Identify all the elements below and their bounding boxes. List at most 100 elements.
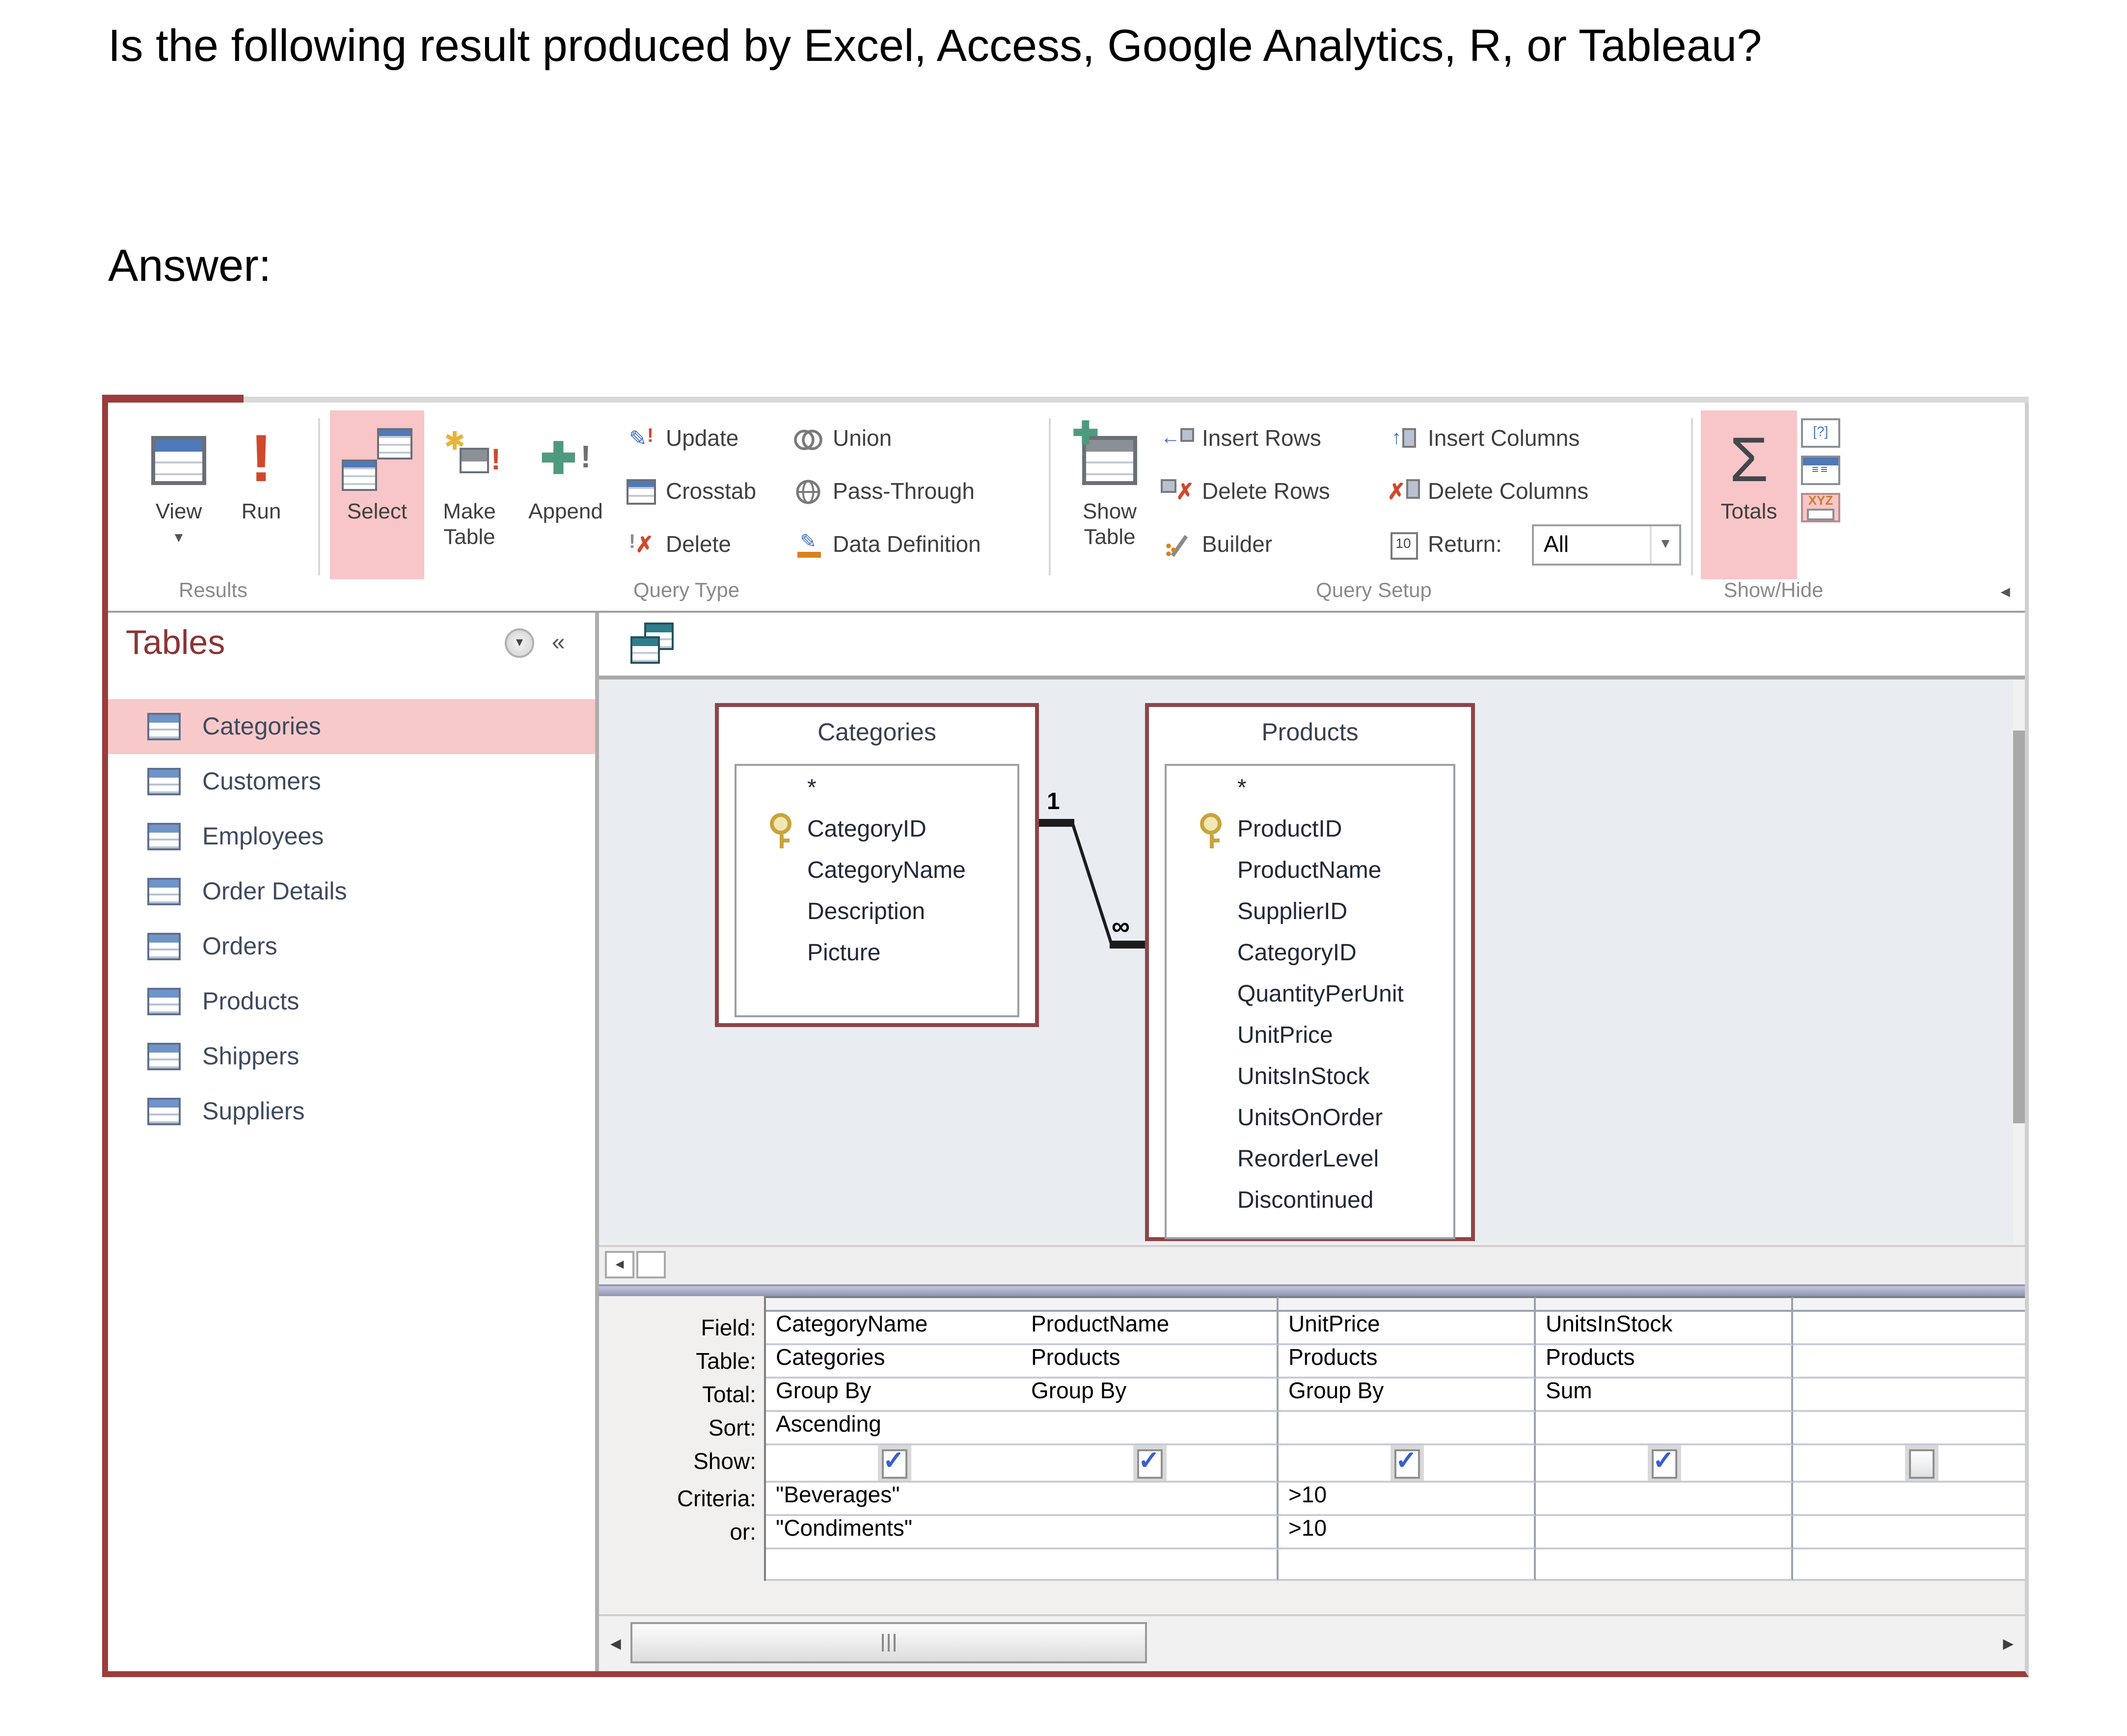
canvas-horizontal-scrollbar[interactable]: ◄	[599, 1245, 2025, 1282]
property-sheet-button[interactable]: ≡≡	[1801, 456, 1840, 485]
grid-cell-table[interactable]: Categories	[766, 1345, 1023, 1379]
update-button[interactable]: ✎! Update	[625, 422, 738, 456]
grid-cell-field[interactable]: CategoryName	[766, 1312, 1023, 1345]
append-button[interactable]: ✚ ! Append	[513, 410, 619, 579]
nav-pane-menu-button[interactable]: ▼	[505, 628, 534, 658]
show-checkbox-checked[interactable]: ✓	[1136, 1448, 1162, 1478]
show-checkbox-checked[interactable]: ✓	[1393, 1448, 1419, 1478]
grid-cell-show[interactable]: ✓	[1279, 1445, 1536, 1483]
sidebar-item-customers[interactable]: Customers	[108, 754, 595, 809]
grid-cell-or[interactable]	[1793, 1516, 2025, 1549]
field-star[interactable]: *	[736, 766, 1017, 807]
sidebar-item-order-details[interactable]: Order Details	[108, 864, 595, 919]
grid-cell-table[interactable]: Products	[1279, 1345, 1536, 1379]
delete-rows-button[interactable]: ✗ Delete Rows	[1161, 475, 1330, 509]
grid-cell-extra[interactable]	[1021, 1549, 1279, 1581]
field-unitprice[interactable]: UnitPrice	[1167, 1013, 1453, 1055]
scrollbar-thumb[interactable]	[2013, 731, 2025, 1123]
sidebar-item-shippers[interactable]: Shippers	[108, 1029, 595, 1084]
grid-cell-extra[interactable]	[1536, 1549, 1793, 1581]
show-table-button[interactable]: ✚ Show Table	[1064, 410, 1155, 579]
table-names-button[interactable]: XYZ	[1801, 493, 1840, 522]
grid-cell-extra[interactable]	[1793, 1549, 2025, 1581]
make-table-button[interactable]: ✱ ! Make Table	[430, 410, 509, 579]
view-dropdown-caret[interactable]: ▼	[172, 532, 186, 546]
show-checkbox-unchecked[interactable]	[1908, 1448, 1934, 1478]
insert-rows-button[interactable]: ← Insert Rows	[1161, 422, 1321, 456]
delete-query-button[interactable]: !✗ Delete	[625, 528, 731, 562]
insert-columns-button[interactable]: ↑ Insert Columns	[1387, 422, 1580, 456]
ribbon-collapse-icon[interactable]: ◄	[1997, 583, 2013, 601]
grid-cell-show[interactable]	[1793, 1445, 2025, 1483]
data-definition-button[interactable]: ✎ Data Definition	[791, 528, 981, 562]
parameters-button[interactable]: [?]	[1801, 418, 1840, 448]
table-card-categories[interactable]: Categories *CategoryIDCategoryNameDescri…	[715, 703, 1039, 1027]
grid-cell-or[interactable]: "Condiments"	[766, 1516, 1023, 1549]
grid-cell-table[interactable]: Products	[1536, 1345, 1793, 1379]
grid-column-header[interactable]	[1279, 1296, 1536, 1312]
grid-column-header[interactable]	[1021, 1296, 1279, 1312]
grid-cell-total[interactable]: Group By	[1021, 1379, 1279, 1412]
grid-cell-field[interactable]: UnitsInStock	[1536, 1312, 1793, 1345]
field-productid[interactable]: ProductID	[1167, 807, 1453, 848]
grid-cell-field[interactable]	[1793, 1312, 2025, 1345]
select-query-button[interactable]: Select	[330, 410, 424, 579]
grid-cell-table[interactable]	[1793, 1345, 2025, 1379]
table-card-products[interactable]: Products *ProductIDProductNameSupplierID…	[1145, 703, 1475, 1241]
field-star[interactable]: *	[1167, 766, 1453, 807]
show-checkbox-checked[interactable]: ✓	[1651, 1448, 1676, 1478]
grid-cell-show[interactable]: ✓	[766, 1445, 1023, 1483]
grid-cell-criteria[interactable]: "Beverages"	[766, 1483, 1023, 1516]
pass-through-button[interactable]: Pass-Through	[791, 475, 975, 509]
grid-column-header[interactable]	[1536, 1296, 1793, 1312]
grid-column-header[interactable]	[766, 1296, 1023, 1312]
scroll-left-icon[interactable]: ◄	[607, 1634, 625, 1654]
field-picture[interactable]: Picture	[736, 931, 1017, 972]
field-quantityperunit[interactable]: QuantityPerUnit	[1167, 972, 1453, 1013]
pane-splitter[interactable]	[599, 1284, 2025, 1296]
grid-cell-table[interactable]: Products	[1021, 1345, 1279, 1379]
grid-cell-sort[interactable]	[1536, 1412, 1793, 1445]
grid-cell-field[interactable]: ProductName	[1021, 1312, 1279, 1345]
grid-cell-sort[interactable]	[1793, 1412, 2025, 1445]
grid-cell-show[interactable]: ✓	[1021, 1445, 1279, 1483]
field-categoryid[interactable]: CategoryID	[736, 807, 1017, 848]
grid-cell-total[interactable]: Group By	[1279, 1379, 1536, 1412]
scrollbar-thumb[interactable]	[630, 1622, 1147, 1663]
sidebar-item-employees[interactable]: Employees	[108, 809, 595, 864]
grid-cell-extra[interactable]	[766, 1549, 1023, 1581]
combo-dropdown-icon[interactable]: ▼	[1650, 526, 1679, 564]
nav-pane-collapse-button[interactable]: «	[552, 628, 565, 656]
scrollbar-thumb-small[interactable]	[636, 1251, 666, 1278]
grid-cell-total[interactable]: Group By	[766, 1379, 1023, 1412]
crosstab-button[interactable]: Crosstab	[625, 475, 756, 509]
builder-button[interactable]: Builder	[1161, 528, 1272, 562]
delete-columns-button[interactable]: ✗ Delete Columns	[1387, 475, 1588, 509]
grid-cell-criteria[interactable]	[1793, 1483, 2025, 1516]
scroll-left-button[interactable]: ◄	[605, 1251, 634, 1278]
grid-cell-field[interactable]: UnitPrice	[1279, 1312, 1536, 1345]
field-unitsinstock[interactable]: UnitsInStock	[1167, 1055, 1453, 1096]
grid-cell-or[interactable]	[1021, 1516, 1279, 1549]
field-productname[interactable]: ProductName	[1167, 848, 1453, 890]
grid-cell-criteria[interactable]	[1536, 1483, 1793, 1516]
field-reorderlevel[interactable]: ReorderLevel	[1167, 1137, 1453, 1178]
grid-cell-total[interactable]	[1793, 1379, 2025, 1412]
grid-cell-sort[interactable]: Ascending	[766, 1412, 1023, 1445]
field-discontinued[interactable]: Discontinued	[1167, 1178, 1453, 1220]
field-categoryname[interactable]: CategoryName	[736, 848, 1017, 890]
grid-cell-criteria[interactable]: >10	[1279, 1483, 1536, 1516]
field-categoryid[interactable]: CategoryID	[1167, 931, 1453, 972]
field-description[interactable]: Description	[736, 890, 1017, 931]
grid-cell-sort[interactable]	[1021, 1412, 1279, 1445]
query-design-canvas[interactable]: 1 ∞ Categories *CategoryIDCategoryNameDe…	[599, 679, 2025, 1243]
run-button[interactable]: ! Run	[226, 410, 297, 579]
view-button[interactable]: View ▼	[136, 410, 222, 579]
show-checkbox-checked[interactable]: ✓	[881, 1448, 906, 1478]
field-supplierid[interactable]: SupplierID	[1167, 890, 1453, 931]
canvas-vertical-scrollbar[interactable]	[2013, 679, 2025, 1243]
sidebar-item-categories[interactable]: Categories	[108, 699, 595, 754]
union-button[interactable]: Union	[791, 422, 892, 456]
grid-column-header[interactable]	[1793, 1296, 2025, 1312]
grid-cell-criteria[interactable]	[1021, 1483, 1279, 1516]
